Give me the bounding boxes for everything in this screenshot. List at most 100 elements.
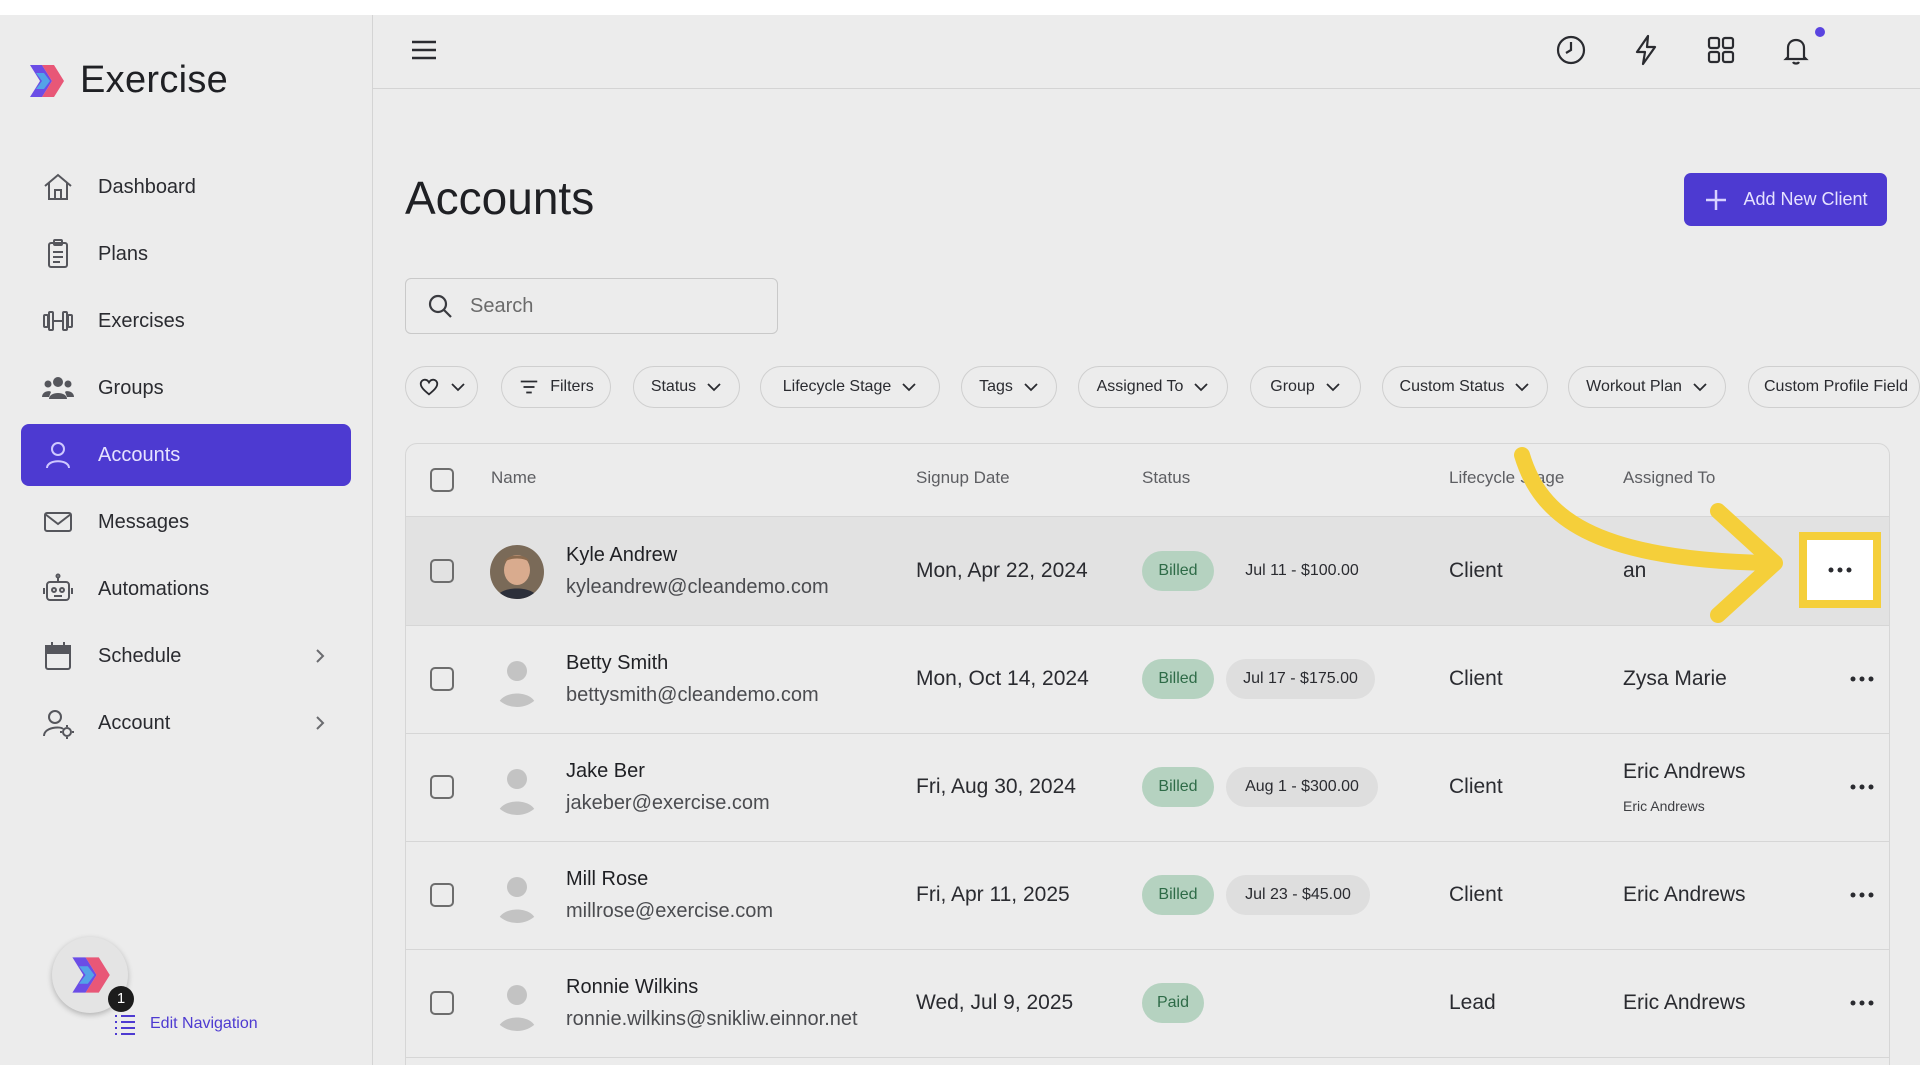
avatar — [490, 653, 544, 707]
sidebar-item-label: Automations — [98, 577, 210, 600]
sidebar-item-messages[interactable]: Messages — [21, 491, 351, 553]
default-avatar-icon — [490, 761, 544, 815]
search-icon — [428, 294, 452, 318]
more-horizontal-icon — [1850, 1000, 1874, 1006]
select-all-checkbox[interactable] — [430, 468, 454, 492]
exercise-logo-icon — [72, 957, 110, 993]
client-name[interactable]: Kyle Andrew — [566, 544, 677, 567]
assigned-to-filter[interactable]: Assigned To — [1078, 366, 1228, 408]
edit-navigation-link[interactable]: Edit Navigation — [112, 1011, 258, 1037]
filter-chip-label: Lifecycle Stage — [782, 378, 892, 395]
column-header-lifecycle-stage[interactable]: Lifecycle Stage — [1449, 468, 1564, 488]
row-checkbox[interactable] — [430, 991, 454, 1015]
client-email: bettysmith@cleandemo.com — [566, 684, 819, 706]
lightning-icon[interactable] — [1629, 33, 1663, 67]
sidebar-item-plans[interactable]: Plans — [21, 223, 351, 285]
client-name[interactable]: Ronnie Wilkins — [566, 976, 698, 999]
row-actions-button[interactable] — [1844, 661, 1880, 697]
app-name: Exercise — [80, 59, 229, 101]
chevron-down-icon — [450, 383, 465, 392]
chevron-down-icon — [1194, 383, 1209, 392]
row-actions-button[interactable] — [1844, 877, 1880, 913]
chevron-down-icon — [902, 383, 916, 392]
filter-chip-label: Filters — [550, 378, 594, 395]
filter-chip-label: Custom Status — [1399, 378, 1505, 395]
sidebar-item-schedule[interactable]: Schedule — [21, 625, 351, 687]
calendar-icon — [45, 642, 71, 670]
mail-icon — [44, 512, 72, 532]
filter-chip-label: Tags — [979, 378, 1013, 395]
top-bar — [373, 15, 1920, 89]
bell-icon[interactable] — [1779, 33, 1813, 67]
filters-button[interactable]: Filters — [501, 366, 611, 408]
row-actions-button[interactable] — [1844, 985, 1880, 1021]
filter-chip-label: Group — [1270, 378, 1315, 395]
sidebar-item-label: Dashboard — [98, 175, 196, 198]
default-avatar-icon — [490, 869, 544, 923]
signup-date: Mon, Oct 14, 2024 — [916, 667, 1089, 690]
invoice-pill[interactable]: Jul 23 - $45.00 — [1226, 875, 1370, 915]
row-checkbox[interactable] — [430, 559, 454, 583]
signup-date: Fri, Apr 11, 2025 — [916, 883, 1070, 906]
assigned-to: Eric Andrews — [1623, 883, 1746, 906]
table-row[interactable]: Ronnie Wilkins ronnie.wilkins@snikliw.ei… — [406, 949, 1889, 1058]
custom-status-filter[interactable]: Custom Status — [1382, 366, 1548, 408]
chevron-down-icon — [707, 383, 721, 392]
sidebar-item-dashboard[interactable]: Dashboard — [21, 156, 351, 218]
sidebar-item-account[interactable]: Account — [21, 692, 351, 754]
sidebar-item-accounts[interactable]: Accounts — [21, 424, 351, 486]
assigned-to: Eric Andrews — [1623, 991, 1746, 1014]
table-row[interactable]: Jake Ber jakeber@exercise.com Fri, Aug 3… — [406, 733, 1889, 842]
clock-icon[interactable] — [1554, 33, 1588, 67]
brand[interactable]: Exercise — [26, 59, 228, 102]
invoice-pill[interactable]: Aug 1 - $300.00 — [1226, 767, 1378, 807]
signup-date: Fri, Aug 30, 2024 — [916, 775, 1076, 798]
column-header-status[interactable]: Status — [1142, 468, 1190, 488]
sidebar-item-label: Plans — [98, 242, 149, 265]
status-filter[interactable]: Status — [633, 366, 740, 408]
sidebar-item-groups[interactable]: Groups — [21, 357, 351, 419]
row-actions-button[interactable] — [1844, 769, 1880, 805]
user-gear-icon — [43, 710, 74, 739]
default-avatar-icon — [490, 653, 544, 707]
workout-plan-filter[interactable]: Workout Plan — [1568, 366, 1726, 408]
group-filter[interactable]: Group — [1250, 366, 1361, 408]
menu-icon[interactable] — [407, 33, 441, 67]
add-new-client-button[interactable]: Add New Client — [1684, 173, 1887, 226]
column-header-signup-date[interactable]: Signup Date — [916, 468, 1010, 488]
grid-icon[interactable] — [1704, 33, 1738, 67]
lifecycle-stage-filter[interactable]: Lifecycle Stage — [760, 366, 940, 408]
invoice-pill[interactable]: Jul 17 - $175.00 — [1226, 659, 1375, 699]
column-header-assigned-to[interactable]: Assigned To — [1623, 468, 1715, 488]
more-horizontal-icon — [1850, 676, 1874, 682]
table-row[interactable]: Mill Rose millrose@exercise.com Fri, Apr… — [406, 841, 1889, 950]
lifecycle-stage: Client — [1449, 775, 1503, 798]
more-horizontal-icon — [1850, 784, 1874, 790]
lifecycle-stage: Client — [1449, 559, 1503, 582]
sidebar-item-automations[interactable]: Automations — [21, 558, 351, 620]
table-row[interactable]: Kyle Andrew kyleandrew@cleandemo.com Mon… — [406, 517, 1889, 626]
assigned-to: Zysa Marie — [1623, 667, 1727, 690]
sidebar-item-label: Exercises — [98, 309, 185, 332]
row-checkbox[interactable] — [430, 775, 454, 799]
page-title: Accounts — [405, 172, 595, 224]
client-name[interactable]: Jake Ber — [566, 760, 645, 783]
filter-chip-label: Status — [650, 378, 697, 395]
table-row[interactable]: Betty Smith bettysmith@cleandemo.com Mon… — [406, 625, 1889, 734]
filter-chip-label: Workout Plan — [1586, 378, 1682, 395]
row-actions-button-highlighted[interactable] — [1799, 532, 1881, 608]
avatar — [490, 545, 544, 599]
row-checkbox[interactable] — [430, 883, 454, 907]
client-name[interactable]: Betty Smith — [566, 652, 668, 675]
invoice-pill[interactable]: Jul 11 - $100.00 — [1226, 551, 1378, 591]
sidebar-item-exercises[interactable]: Exercises — [21, 290, 351, 352]
home-icon — [44, 173, 72, 200]
column-header-name[interactable]: Name — [491, 468, 536, 488]
user-icon — [46, 442, 70, 469]
favorites-filter[interactable] — [405, 366, 478, 408]
custom-profile-field-filter[interactable]: Custom Profile Field — [1748, 366, 1920, 408]
search-input[interactable] — [468, 293, 762, 319]
row-checkbox[interactable] — [430, 667, 454, 691]
tags-filter[interactable]: Tags — [961, 366, 1057, 408]
client-name[interactable]: Mill Rose — [566, 868, 648, 891]
